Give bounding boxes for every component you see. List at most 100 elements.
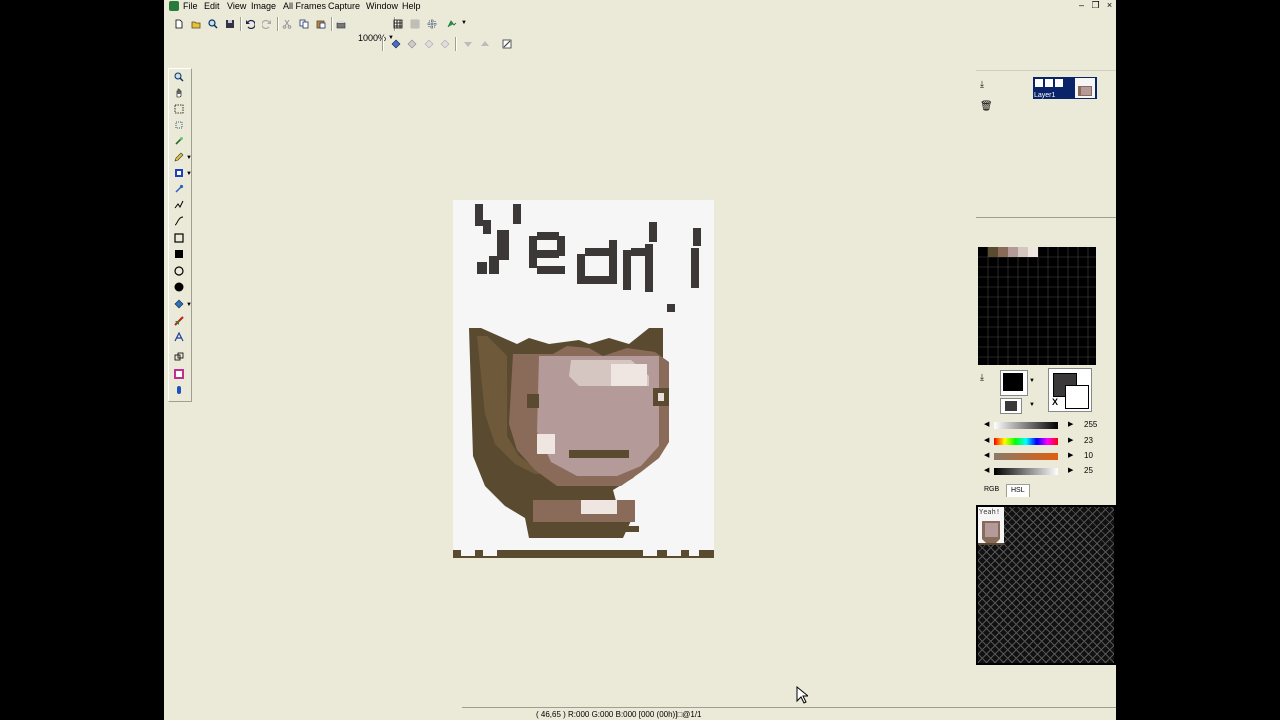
layer-add-icon[interactable]: [388, 36, 404, 52]
minimize-icon[interactable]: –: [1076, 0, 1087, 11]
lasso-select-icon[interactable]: [171, 118, 187, 132]
layer-properties-icon[interactable]: [499, 36, 515, 52]
layer-copy-icon[interactable]: [404, 36, 420, 52]
slider-track[interactable]: [994, 422, 1058, 429]
restore-icon[interactable]: ❐: [1090, 0, 1101, 11]
chevron-down-icon[interactable]: ▼: [1029, 378, 1035, 384]
menu-image[interactable]: Image: [251, 1, 276, 11]
arrow-left-icon[interactable]: ◀: [984, 436, 989, 444]
slider-row[interactable]: ◀ ▶ 23: [984, 436, 1104, 446]
download-icon[interactable]: ⤓: [980, 372, 984, 383]
status-bar: ( 46,65 ) R:000 G:000 B:000 [000 (00h)]□…: [462, 707, 1116, 720]
primary-color-swatch[interactable]: [1000, 370, 1028, 396]
arrow-right-icon[interactable]: ▶: [1068, 436, 1073, 444]
scanner-icon[interactable]: [333, 16, 349, 32]
stamp-tool-icon[interactable]: [171, 350, 187, 364]
color-pair-widget[interactable]: X: [1048, 368, 1092, 412]
tab-rgb[interactable]: RGB: [980, 484, 1004, 496]
slider-row[interactable]: ◀ ▶ 255: [984, 420, 1104, 430]
fit-icon[interactable]: [424, 16, 440, 32]
background-color[interactable]: [1065, 385, 1089, 409]
undo-icon[interactable]: [242, 16, 258, 32]
slider-value: 25: [1084, 466, 1093, 475]
arrow-left-icon[interactable]: ◀: [984, 420, 989, 428]
brush-tool-icon[interactable]: ▼: [171, 166, 192, 180]
slider-row[interactable]: ◀ ▶ 10: [984, 451, 1104, 461]
arrow-left-icon[interactable]: ◀: [984, 451, 989, 459]
color-replace-icon[interactable]: [171, 314, 187, 328]
chevron-down-icon[interactable]: ▼: [186, 302, 192, 308]
chevron-down-icon[interactable]: ▼: [186, 171, 192, 177]
drawing-canvas[interactable]: [453, 200, 714, 558]
ellipse-tool-icon[interactable]: [171, 264, 187, 278]
move-down-icon[interactable]: [460, 36, 476, 52]
eyedropper-icon[interactable]: [171, 182, 187, 196]
chevron-down-icon[interactable]: ▼: [461, 20, 467, 26]
chevron-down-icon[interactable]: ▼: [186, 155, 192, 161]
fine-grid-icon[interactable]: [407, 16, 423, 32]
save-icon[interactable]: [222, 16, 238, 32]
paste-icon[interactable]: [313, 16, 329, 32]
menu-help[interactable]: Help: [402, 1, 421, 11]
line-tool-icon[interactable]: [171, 198, 187, 212]
menu-edit[interactable]: Edit: [204, 1, 220, 11]
close-icon[interactable]: ×: [1104, 0, 1115, 11]
menu-capture[interactable]: Capture: [328, 1, 360, 11]
slider-track[interactable]: [994, 468, 1058, 475]
visibility-icon[interactable]: [1045, 79, 1053, 87]
menu-all-frames[interactable]: All Frames: [283, 1, 326, 11]
arrow-right-icon[interactable]: ▶: [1068, 420, 1073, 428]
new-file-icon[interactable]: [171, 16, 187, 32]
frame-tool-icon[interactable]: [171, 367, 187, 381]
lock-icon[interactable]: [1035, 79, 1043, 87]
magnifier-icon[interactable]: [205, 16, 221, 32]
menu-file[interactable]: File: [183, 1, 198, 11]
layer-merge-icon[interactable]: [437, 36, 453, 52]
curve-tool-icon[interactable]: [171, 214, 187, 228]
magic-wand-icon[interactable]: [171, 134, 187, 148]
filled-ellipse-tool-icon[interactable]: [171, 280, 187, 294]
layer-delete-icon[interactable]: [421, 36, 437, 52]
slider-track[interactable]: [994, 438, 1058, 445]
layer-item[interactable]: Layer1: [1033, 77, 1097, 99]
download-icon[interactable]: ⤓: [980, 79, 984, 90]
pencil-tool-icon[interactable]: ▼: [171, 150, 192, 164]
eye-shine: [658, 393, 664, 401]
slider-row[interactable]: ◀ ▶ 25: [984, 466, 1104, 476]
tab-hsl[interactable]: HSL: [1006, 484, 1030, 497]
copy-icon[interactable]: [296, 16, 312, 32]
spray-tool-icon[interactable]: [171, 383, 187, 397]
chevron-down-icon[interactable]: ▼: [1029, 402, 1035, 408]
menu-view[interactable]: View: [227, 1, 246, 11]
link-icon[interactable]: [1055, 79, 1063, 87]
menu-window[interactable]: Window: [366, 1, 398, 11]
arrow-right-icon[interactable]: ▶: [1068, 451, 1073, 459]
slider-track[interactable]: [994, 453, 1058, 460]
secondary-color-swatch[interactable]: [1000, 398, 1022, 414]
yeah-lettering: [475, 204, 701, 312]
rect-select-icon[interactable]: [171, 102, 187, 116]
move-up-icon[interactable]: [477, 36, 493, 52]
hand-tool-icon[interactable]: [171, 86, 187, 100]
filled-rect-tool-icon[interactable]: [171, 247, 187, 261]
frame-thumbnail[interactable]: Yeah!: [978, 507, 1004, 545]
arrow-right-icon[interactable]: ▶: [1068, 466, 1073, 474]
animation-icon[interactable]: [444, 16, 460, 32]
trash-icon[interactable]: 🗑: [980, 101, 993, 112]
app-icon[interactable]: [169, 1, 179, 11]
palette-grid[interactable]: [978, 247, 1096, 365]
rectangle-tool-icon[interactable]: [171, 231, 187, 245]
cut-icon[interactable]: [279, 16, 295, 32]
arrow-left-icon[interactable]: ◀: [984, 466, 989, 474]
open-folder-icon[interactable]: [188, 16, 204, 32]
redo-icon[interactable]: [259, 16, 275, 32]
frames-panel: Yeah!: [976, 505, 1116, 665]
fill-bucket-icon[interactable]: ▼: [171, 297, 192, 311]
grid-icon[interactable]: [390, 16, 406, 32]
swap-colors-icon[interactable]: X: [1052, 397, 1058, 407]
zoom-tool-icon[interactable]: [171, 70, 187, 84]
text-tool-icon[interactable]: [171, 330, 187, 344]
character-eye-left: [527, 394, 539, 408]
layer-thumbnail: [1075, 78, 1095, 98]
frame-thumb-text: Yeah!: [979, 508, 1001, 516]
